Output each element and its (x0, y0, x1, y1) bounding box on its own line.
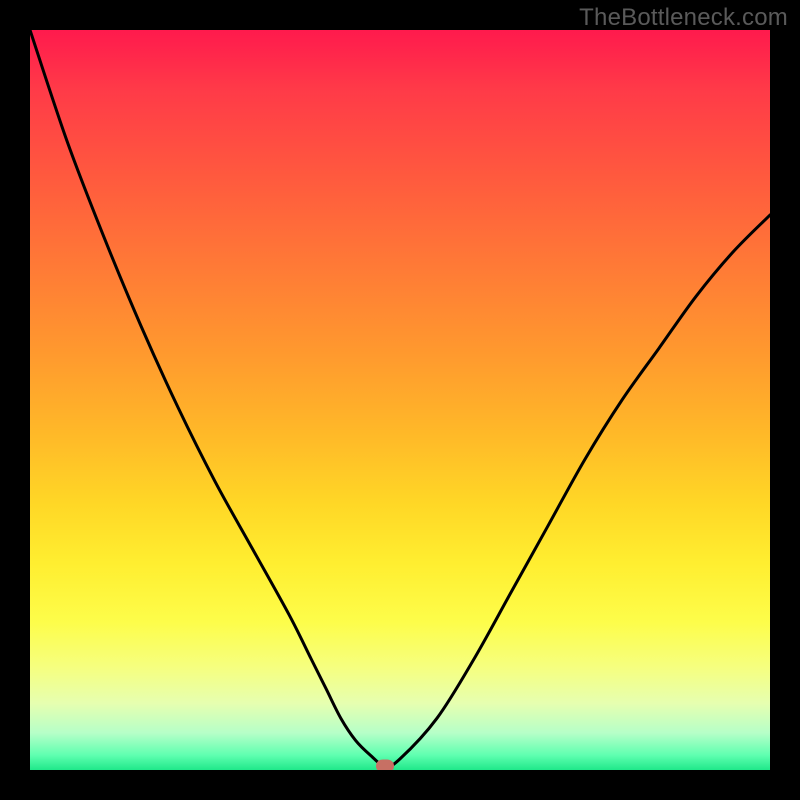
chart-frame: TheBottleneck.com (0, 0, 800, 800)
plot-area (30, 30, 770, 770)
optimum-marker (376, 760, 394, 770)
watermark-text: TheBottleneck.com (579, 4, 788, 32)
bottleneck-curve (30, 30, 770, 770)
